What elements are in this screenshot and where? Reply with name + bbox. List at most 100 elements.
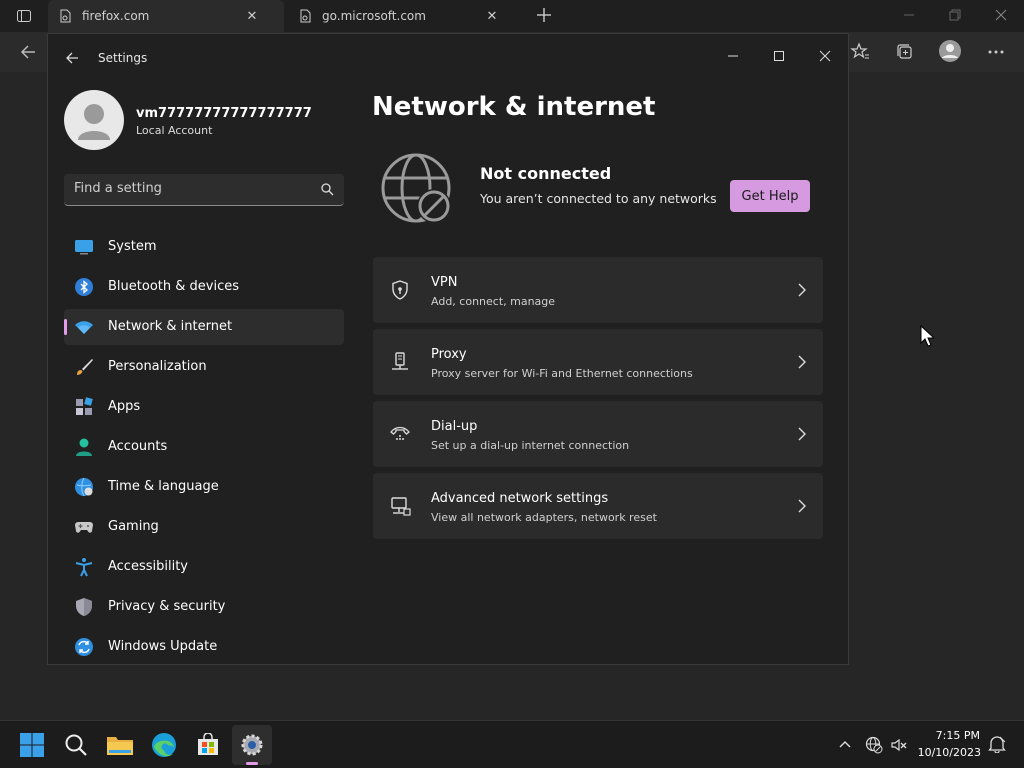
favorites-icon[interactable] <box>850 42 870 62</box>
tab-title: go.microsoft.com <box>322 9 426 23</box>
file-explorer-button[interactable] <box>100 725 140 765</box>
card-subtitle: Set up a dial-up internet connection <box>431 439 630 452</box>
nav-item-gaming[interactable]: Gaming <box>64 509 344 545</box>
chevron-right-icon <box>798 283 806 297</box>
nav-item-apps[interactable]: Apps <box>64 389 344 425</box>
browser-close-icon[interactable] <box>994 8 1008 22</box>
nav-item-network[interactable]: Network & internet <box>64 309 344 345</box>
card-subtitle: Proxy server for Wi-Fi and Ethernet conn… <box>431 367 693 380</box>
gear-icon <box>241 734 263 756</box>
tab-firefox[interactable]: firefox.com ✕ <box>48 0 284 32</box>
edge-browser-icon <box>152 733 176 757</box>
clock-date[interactable]: 10/10/2023 <box>918 746 981 759</box>
nav-label: Network & internet <box>108 319 233 334</box>
close-tab-icon[interactable]: ✕ <box>242 9 262 24</box>
connection-status-title: Not connected <box>480 164 612 183</box>
nav-item-system[interactable]: System <box>64 229 344 265</box>
search-input[interactable] <box>74 181 304 196</box>
nav-label: Accounts <box>108 439 168 454</box>
card-title: Proxy <box>431 347 467 362</box>
nav-item-accessibility[interactable]: Accessibility <box>64 549 344 585</box>
close-icon <box>819 50 831 62</box>
nav-label: Windows Update <box>108 639 218 654</box>
card-title: VPN <box>431 275 458 290</box>
close-button[interactable] <box>802 40 848 72</box>
search-icon <box>65 734 87 756</box>
close-tab-icon[interactable]: ✕ <box>482 9 502 24</box>
page-icon <box>58 9 72 23</box>
back-arrow-icon[interactable] <box>18 42 38 62</box>
proxy-card[interactable]: Proxy Proxy server for Wi-Fi and Etherne… <box>373 329 823 395</box>
get-help-button[interactable]: Get Help <box>730 180 810 212</box>
dialup-icon <box>390 426 410 440</box>
nav-label: Time & language <box>108 479 219 494</box>
tab-bar: firefox.com ✕ go.microsoft.com ✕ <box>0 0 1024 32</box>
start-button[interactable] <box>12 725 52 765</box>
avatar[interactable] <box>64 90 124 150</box>
tab-actions-icon[interactable] <box>16 8 32 24</box>
search-icon[interactable] <box>320 182 334 196</box>
tab-go-microsoft[interactable]: go.microsoft.com ✕ <box>288 0 524 32</box>
profile-icon[interactable] <box>938 39 962 63</box>
dialup-card[interactable]: Dial-up Set up a dial-up internet connec… <box>373 401 823 467</box>
nav-label: Personalization <box>108 359 207 374</box>
volume-muted-icon[interactable] <box>890 736 908 754</box>
advanced-network-card[interactable]: Advanced network settings View all netwo… <box>373 473 823 539</box>
person-icon <box>76 438 92 456</box>
new-tab-icon[interactable] <box>535 6 553 24</box>
nav-item-accounts[interactable]: Accounts <box>64 429 344 465</box>
notifications-icon[interactable] <box>988 735 1006 753</box>
nav-label: Bluetooth & devices <box>108 279 239 294</box>
show-hidden-icons-icon[interactable] <box>838 737 852 751</box>
update-icon <box>75 638 93 656</box>
settings-button[interactable] <box>232 725 272 765</box>
folder-icon <box>107 737 133 755</box>
accessibility-icon <box>75 558 93 577</box>
maximize-button[interactable] <box>756 40 802 72</box>
globe-blocked-icon <box>380 152 456 228</box>
nav-label: Accessibility <box>108 559 188 574</box>
minimize-button[interactable] <box>710 40 756 72</box>
search-button[interactable] <box>56 725 96 765</box>
nav-label: Privacy & security <box>108 599 226 614</box>
clock-time[interactable]: 7:15 PM <box>936 729 980 742</box>
card-subtitle: Add, connect, manage <box>431 295 556 308</box>
gamepad-icon <box>75 522 93 533</box>
chevron-right-icon <box>798 355 806 369</box>
nav-item-windows-update[interactable]: Windows Update <box>64 629 344 665</box>
nav-item-bluetooth[interactable]: Bluetooth & devices <box>64 269 344 305</box>
proxy-icon <box>392 352 408 370</box>
store-icon <box>198 733 218 755</box>
taskbar: 7:15 PM 10/10/2023 <box>0 720 1024 768</box>
apps-icon <box>76 397 93 415</box>
tab-title: firefox.com <box>82 9 150 23</box>
browser-restore-icon[interactable] <box>948 8 962 22</box>
search-box[interactable] <box>64 174 344 206</box>
nav-item-personalization[interactable]: Personalization <box>64 349 344 385</box>
maximize-icon <box>774 51 784 61</box>
user-name: vm77777777777777777 <box>136 106 312 121</box>
minimize-icon <box>728 55 738 57</box>
selection-indicator <box>64 319 67 335</box>
collections-icon[interactable] <box>895 42 915 62</box>
nav-label: System <box>108 239 157 254</box>
vpn-card[interactable]: VPN Add, connect, manage <box>373 257 823 323</box>
globe-clock-icon <box>75 477 93 497</box>
store-button[interactable] <box>188 725 228 765</box>
nav-item-time-language[interactable]: Time & language <box>64 469 344 505</box>
windows-logo-icon <box>20 733 44 757</box>
browser-minimize-icon[interactable] <box>902 8 916 22</box>
wifi-icon <box>75 321 93 334</box>
chevron-right-icon <box>798 427 806 441</box>
network-status-icon[interactable] <box>865 736 883 754</box>
brush-icon <box>77 359 93 375</box>
more-options-icon[interactable] <box>986 42 1006 62</box>
edge-button[interactable] <box>144 725 184 765</box>
settings-back-icon[interactable] <box>64 50 80 66</box>
connection-status-description: You aren’t connected to any networks <box>480 191 717 206</box>
active-app-indicator <box>246 762 258 765</box>
nav-item-privacy-security[interactable]: Privacy & security <box>64 589 344 625</box>
card-title: Advanced network settings <box>431 491 609 506</box>
advanced-network-icon <box>391 497 411 516</box>
account-type: Local Account <box>136 124 213 137</box>
